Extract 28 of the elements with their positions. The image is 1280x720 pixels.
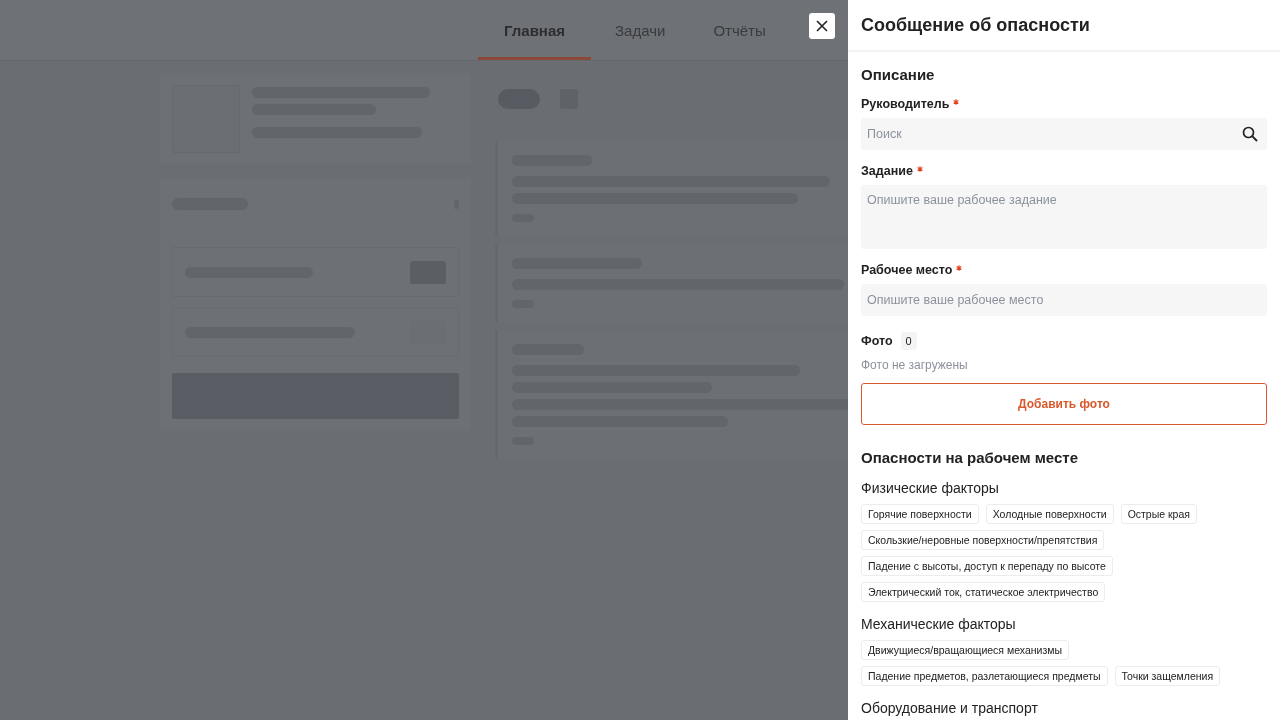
group-title: Механические факторы xyxy=(861,616,1017,632)
field-label: Руководитель xyxy=(861,97,950,111)
hazard-chip[interactable]: Электрический ток, статическое электричество xyxy=(861,582,1106,602)
close-button[interactable] xyxy=(809,13,835,39)
search-icon xyxy=(1242,126,1258,142)
hazard-chip[interactable]: Горячие поверхности xyxy=(861,504,979,524)
field-label: Задание xyxy=(861,164,913,178)
section-title: Опасности на рабочем месте xyxy=(861,449,1080,466)
field-label: Рабочее место xyxy=(861,263,953,277)
hazard-chip[interactable]: Падение предметов, разлетающиеся предметы xyxy=(861,666,1108,686)
close-icon xyxy=(815,19,829,33)
hazard-chip[interactable]: Скользкие/неровные поверхности/препятствия xyxy=(861,530,1105,550)
section-title: Описание xyxy=(861,66,936,83)
group-title: Оборудование и транспорт xyxy=(861,700,1039,716)
drawer-title: Сообщение об опасности xyxy=(861,14,1090,36)
count-badge: 0 xyxy=(900,332,917,350)
group-title: Физические факторы xyxy=(861,480,1000,496)
field-label: Фото xyxy=(861,334,893,348)
hazard-chip[interactable]: Острые края xyxy=(1120,504,1197,524)
input-field[interactable]: Опишите ваше рабочее задание xyxy=(861,185,1267,249)
hazard-chip[interactable]: Движущиеся/вращающиеся механизмы xyxy=(861,640,1069,660)
empty-text: Фото не загружены xyxy=(861,358,969,372)
search-field[interactable]: Поиск xyxy=(861,118,1267,150)
hazard-chip[interactable]: Точки защемления xyxy=(1114,666,1221,686)
hazard-chip[interactable]: Падение с высоты, доступ к перепаду по высоте xyxy=(861,556,1113,576)
input-field[interactable]: Опишите ваше рабочее место xyxy=(861,284,1267,316)
hazard-chip[interactable]: Холодные поверхности xyxy=(985,504,1114,524)
add-photo-button[interactable]: Добавить фото xyxy=(861,383,1267,425)
